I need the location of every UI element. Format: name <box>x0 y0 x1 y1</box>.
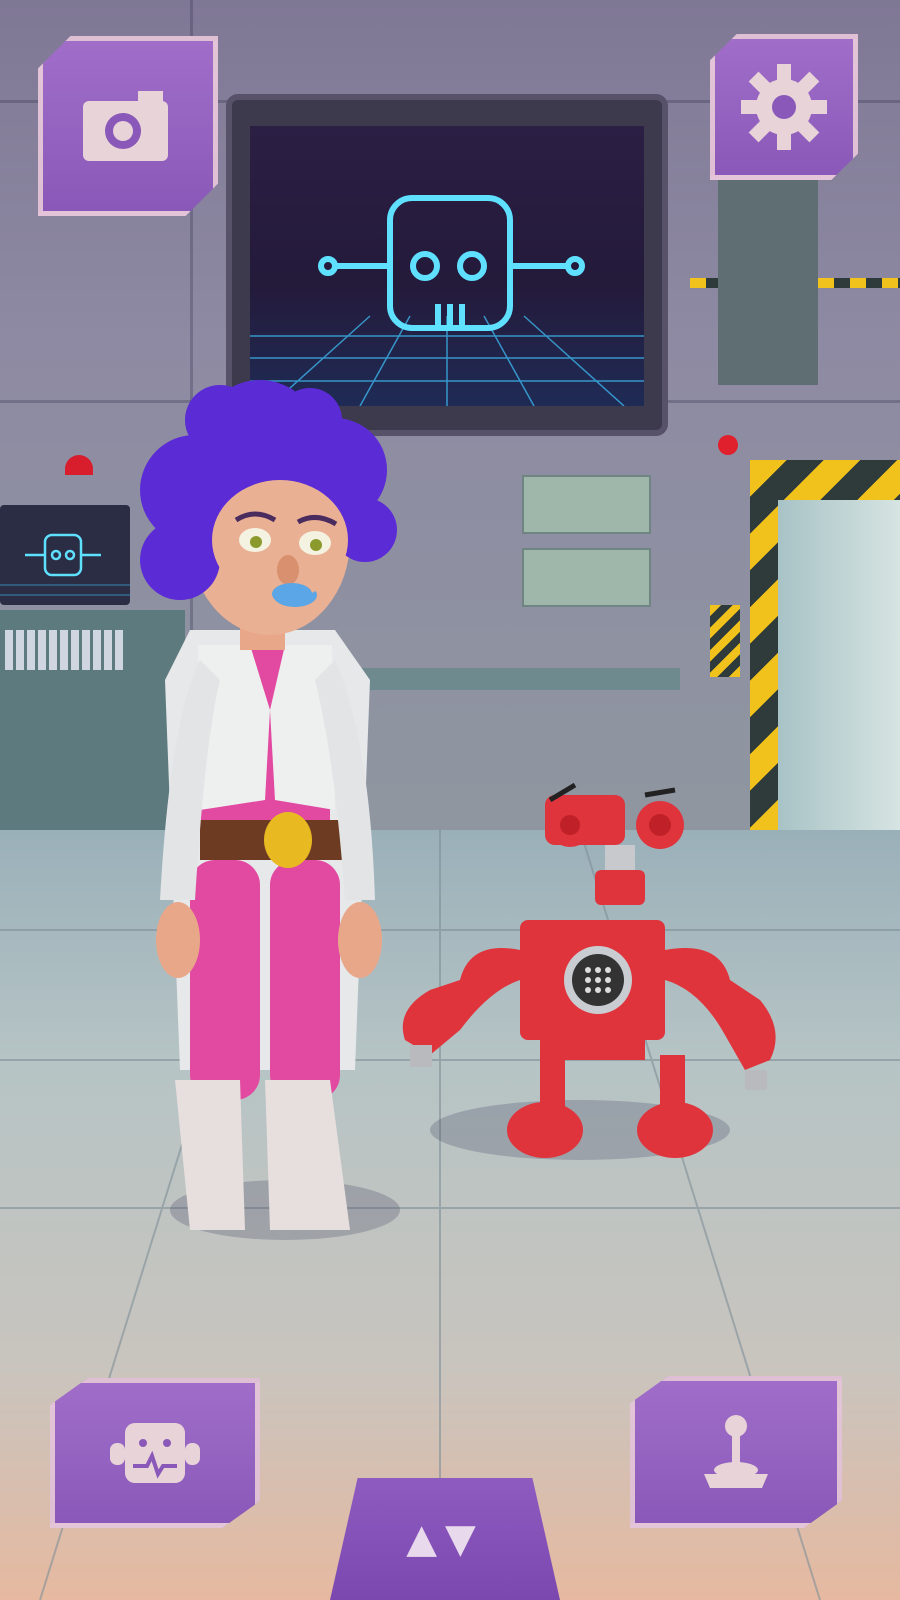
camera-button[interactable] <box>38 36 218 216</box>
up-down-arrows-icon: ▲▼ <box>406 1516 484 1562</box>
monitor-screen <box>250 126 644 406</box>
robot-status-button[interactable] <box>50 1378 260 1528</box>
robot-heartbeat-icon <box>110 1423 200 1483</box>
joystick-icon <box>704 1415 768 1488</box>
camera-icon <box>83 91 168 161</box>
red-robot-character[interactable] <box>390 780 800 1170</box>
game-scene: ▲▼ <box>0 0 900 1600</box>
wall-cabinet <box>522 475 651 534</box>
keyboard <box>5 630 125 670</box>
up-down-toggle-button[interactable]: ▲▼ <box>330 1478 560 1600</box>
door-indicator-light <box>718 435 738 455</box>
settings-button[interactable] <box>710 34 858 180</box>
controller-button[interactable] <box>630 1376 842 1528</box>
robot-face-icon-small <box>0 533 130 596</box>
door-switch <box>710 605 740 677</box>
staircase <box>718 150 818 385</box>
scientist-girl-character[interactable] <box>120 380 410 1250</box>
side-monitor <box>0 505 130 605</box>
robot-face-icon <box>250 195 644 406</box>
gear-icon <box>741 64 827 150</box>
alarm-light <box>65 455 93 475</box>
wall-cabinet <box>522 548 651 607</box>
